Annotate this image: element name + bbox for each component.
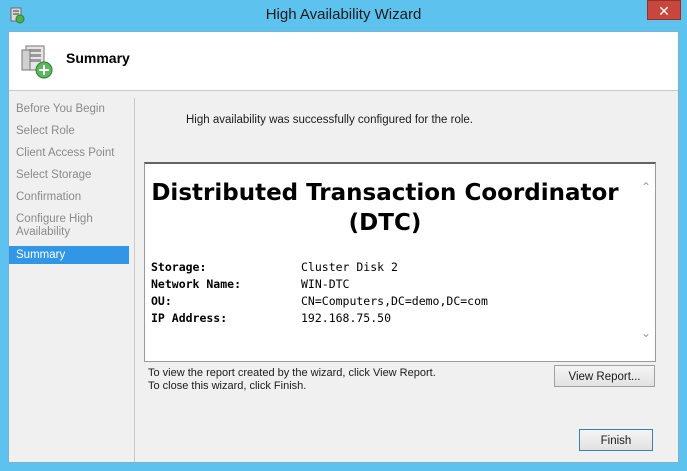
report-value: WIN-DTC bbox=[301, 277, 350, 291]
finish-button[interactable]: Finish bbox=[579, 429, 653, 451]
report-key: Storage: bbox=[151, 260, 207, 274]
page-title: Summary bbox=[66, 50, 130, 66]
report-key: IP Address: bbox=[151, 311, 228, 325]
report-row: Storage: Cluster Disk 2 bbox=[151, 260, 488, 277]
instruction-text: To view the report created by the wizard… bbox=[148, 367, 436, 393]
report-key: OU: bbox=[151, 294, 172, 308]
hint-finish: To close this wizard, click Finish. bbox=[148, 380, 307, 392]
report-value: 192.168.75.50 bbox=[301, 311, 392, 325]
title-bar[interactable]: High Availability Wizard ✕ bbox=[0, 0, 687, 31]
nav-step-select-storage[interactable]: Select Storage bbox=[9, 164, 129, 186]
nav-divider bbox=[134, 98, 135, 462]
report-row: OU: CN=Computers,DC=demo,DC=com bbox=[151, 294, 488, 311]
status-message: High availability was successfully confi… bbox=[186, 114, 473, 126]
wizard-window: High Availability Wizard ✕ Summary Befor… bbox=[0, 0, 687, 471]
view-report-button[interactable]: View Report... bbox=[554, 365, 655, 387]
scroll-down-icon[interactable]: ⌄ bbox=[637, 324, 655, 342]
nav-step-client-access-point[interactable]: Client Access Point bbox=[9, 142, 129, 164]
wizard-steps-nav: Before You Begin Select Role Client Acce… bbox=[9, 98, 129, 264]
hint-view-report: To view the report created by the wizard… bbox=[148, 367, 436, 379]
nav-step-before-you-begin[interactable]: Before You Begin bbox=[9, 98, 129, 120]
nav-step-summary[interactable]: Summary bbox=[9, 246, 129, 264]
report-value: Cluster Disk 2 bbox=[301, 260, 398, 274]
report-scrollbar[interactable]: ⌃ ⌄ bbox=[637, 164, 655, 360]
nav-step-select-role[interactable]: Select Role bbox=[9, 120, 129, 142]
report-row: Network Name: WIN-DTC bbox=[151, 277, 488, 294]
report-title: Distributed Transaction Coordinator (DTC… bbox=[151, 180, 619, 236]
nav-step-configure-high-availability[interactable]: Configure High Availability bbox=[9, 208, 129, 244]
report-key: Network Name: bbox=[151, 277, 242, 291]
nav-step-confirmation[interactable]: Confirmation bbox=[9, 186, 129, 208]
close-icon: ✕ bbox=[658, 3, 670, 19]
close-button[interactable]: ✕ bbox=[647, 0, 681, 20]
wizard-header: Summary bbox=[9, 32, 678, 91]
window-title: High Availability Wizard bbox=[265, 6, 422, 23]
report-value: CN=Computers,DC=demo,DC=com bbox=[301, 294, 488, 308]
scroll-up-icon[interactable]: ⌃ bbox=[637, 178, 655, 196]
wizard-client-area: Summary Before You Begin Select Role Cli… bbox=[8, 31, 679, 463]
report-details-table: Storage: Cluster Disk 2 Network Name: WI… bbox=[151, 260, 488, 328]
report-panel[interactable]: Distributed Transaction Coordinator (DTC… bbox=[144, 162, 656, 362]
wizard-server-icon bbox=[21, 45, 53, 79]
report-row: IP Address: 192.168.75.50 bbox=[151, 311, 488, 328]
